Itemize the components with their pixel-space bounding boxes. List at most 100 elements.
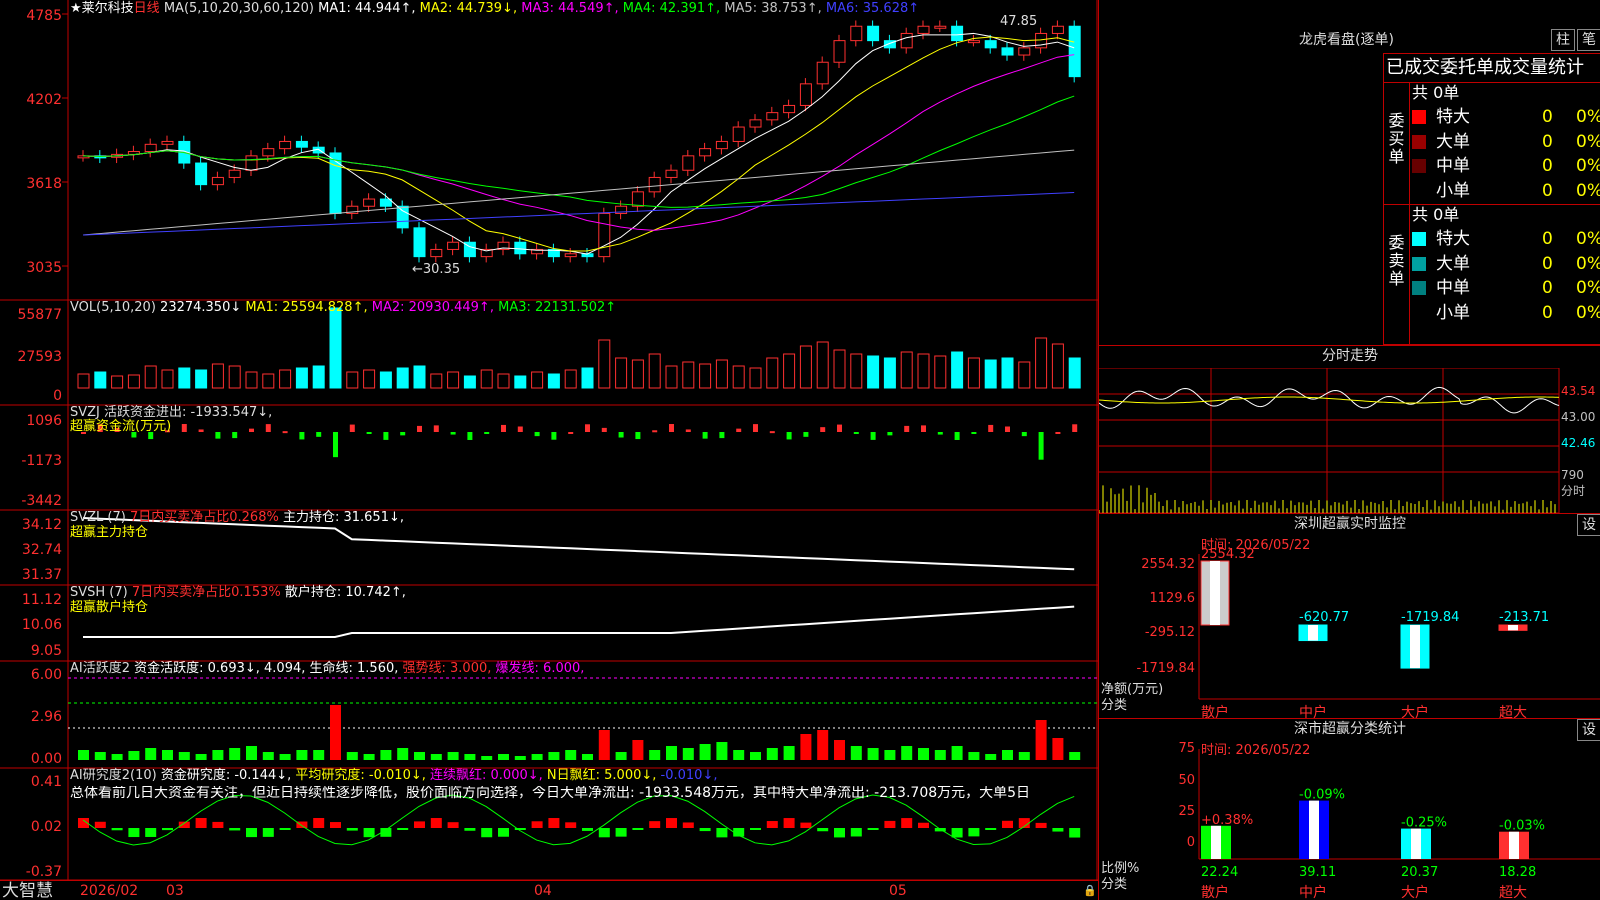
svsh-axis-tick: 9.05 — [30, 643, 62, 659]
buy-total: 共 0单 — [1412, 83, 1460, 102]
fund-flow-bar — [282, 431, 288, 434]
fund-flow-bar — [837, 424, 842, 432]
activity-bar — [229, 748, 241, 760]
activity-bar — [380, 750, 392, 760]
activity-bar — [212, 750, 224, 760]
research-bar — [901, 818, 913, 828]
order-type: 大单 — [1436, 131, 1470, 152]
tick-mode-button[interactable]: 笔 — [1577, 29, 1600, 51]
price-axis-tick: 3035 — [26, 260, 62, 276]
main-holding-line — [82, 517, 1075, 571]
research-bar — [128, 828, 140, 838]
volume-bar — [312, 365, 325, 389]
fund-flow-bar — [450, 432, 456, 435]
volume-bar — [195, 369, 208, 389]
vol-axis-tick: 55877 — [17, 307, 62, 323]
bar-highlight — [1211, 825, 1221, 859]
activity-bar — [968, 752, 980, 760]
bar-highlight — [1508, 625, 1518, 631]
candle-body — [413, 227, 426, 258]
fund-flow-bar — [786, 432, 792, 440]
activity-bar — [430, 754, 442, 760]
candle-body — [749, 119, 762, 128]
candle-body — [934, 25, 947, 29]
research-bar — [464, 828, 476, 831]
kline-chart[interactable] — [0, 0, 1098, 880]
intraday-panel[interactable]: 分时走势 43.54 43.00 42.46 790 分时 — [1099, 345, 1600, 513]
category-axis-tick: 0 — [1187, 835, 1195, 850]
category-axis-tick: 25 — [1178, 804, 1195, 819]
ratio-change: -0.09% — [1299, 788, 1345, 803]
date-tick: 03 — [166, 883, 184, 899]
ma-line — [82, 95, 1075, 208]
volume-bar — [564, 369, 577, 389]
fund-flow-bar — [601, 427, 607, 432]
fund-flow-bar — [618, 432, 624, 438]
research-bar — [481, 828, 493, 838]
candle-body — [1068, 25, 1081, 78]
fund-flow-bar — [349, 424, 355, 432]
monitor-axis-tick: 2554.32 — [1141, 557, 1195, 572]
volume-bar — [463, 375, 476, 389]
order-count: 0 — [1542, 278, 1553, 298]
order-row: 中单 0 0% — [1412, 277, 1600, 299]
candle-body — [1001, 47, 1014, 56]
svzl-axis-tick: 34.12 — [21, 517, 62, 533]
volume-bar — [732, 365, 745, 389]
volume-bar — [363, 369, 376, 389]
ai3-axis-tick: 0.02 — [30, 819, 62, 835]
activity-bar — [598, 730, 610, 760]
ma-line — [82, 32, 1075, 255]
activity-bar — [985, 754, 997, 760]
price-axis-tick: 4785 — [26, 8, 62, 24]
fav-star-icon[interactable]: ★ — [70, 1, 82, 16]
svzl-sub: 超赢主力持仓 — [70, 525, 149, 540]
fund-flow-bar — [803, 432, 809, 437]
research-bar — [817, 828, 829, 832]
fund-flow-bar — [265, 424, 271, 432]
lhb-title: 龙虎看盘(逐单) — [1299, 32, 1394, 48]
ratio-value: 39.11 — [1299, 865, 1336, 880]
order-pct: 0% — [1576, 107, 1600, 127]
intraday-chart[interactable] — [1099, 368, 1600, 513]
indicator-value: MA2: 44.739↓, — [415, 1, 518, 16]
activity-bar — [548, 752, 560, 760]
candle-body — [984, 40, 997, 49]
volume-bar — [430, 373, 443, 389]
volume-bar — [245, 371, 258, 389]
bar-mode-button[interactable]: 柱 — [1551, 29, 1575, 51]
volume-bar — [262, 373, 275, 389]
activity-bar — [884, 750, 896, 760]
candle-body — [850, 25, 863, 42]
candle-body — [682, 155, 695, 171]
svzj-axis-tick: 1096 — [26, 413, 62, 429]
kline-panel[interactable]: ★莱尔科技日线 MA(5,10,20,30,60,120) MA1: 44.94… — [0, 0, 1098, 900]
color-swatch — [1412, 183, 1426, 198]
order-count: 0 — [1542, 107, 1553, 127]
research-bar — [195, 818, 207, 828]
order-pct: 0% — [1576, 180, 1600, 201]
activity-bar — [414, 752, 425, 760]
activity-bar — [498, 754, 509, 760]
volume-bar — [295, 367, 308, 389]
research-bar — [531, 821, 543, 828]
volume-bar — [161, 369, 174, 389]
lock-icon[interactable]: 🔒 — [1083, 883, 1097, 898]
research-bar — [498, 828, 509, 837]
volume-bar — [178, 367, 191, 389]
indicator-value: MA4: 42.391↑, — [618, 1, 721, 16]
volume-bar — [127, 374, 140, 389]
research-bar — [1035, 822, 1047, 828]
ratio-change: -0.03% — [1499, 819, 1545, 834]
net-amount-value: -1719.84 — [1401, 610, 1459, 625]
period-label[interactable]: 日线 — [134, 1, 160, 16]
activity-bar — [666, 746, 677, 760]
category-cat-label: 分类 — [1101, 877, 1128, 892]
bar-highlight — [1509, 831, 1519, 859]
fund-flow-bar — [971, 432, 977, 434]
research-bar — [447, 822, 459, 828]
candle-body — [665, 169, 678, 178]
order-type: 特大 — [1436, 107, 1470, 127]
fund-flow-bar — [433, 425, 439, 432]
candle-body — [900, 32, 913, 49]
